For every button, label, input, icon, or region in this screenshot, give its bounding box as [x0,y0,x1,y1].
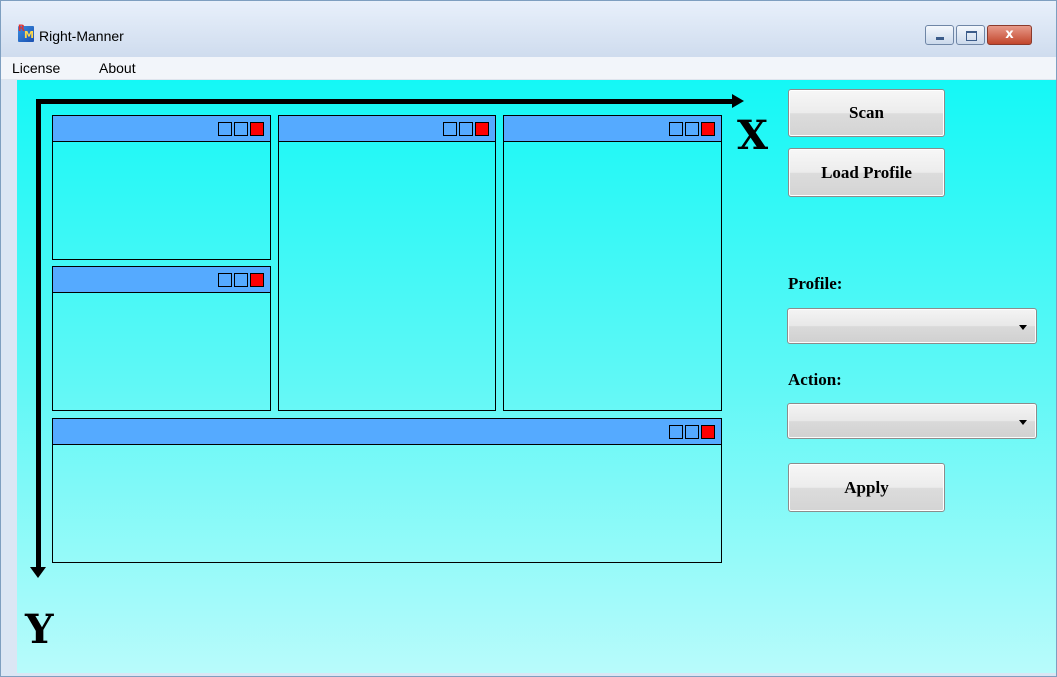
layout-window-bottom[interactable] [52,418,722,563]
minimize-icon [936,37,944,40]
menu-bar: License About [1,57,1056,80]
layout-window-center[interactable] [278,115,496,411]
x-axis-line [36,99,734,104]
layout-close-icon [701,122,715,136]
layout-maximize-icon [685,425,699,439]
y-axis-arrowhead [30,567,46,578]
maximize-button[interactable] [956,25,985,45]
chevron-down-icon [1019,420,1027,425]
layout-close-icon [701,425,715,439]
layout-window-titlebar [53,116,270,142]
layout-window-right[interactable] [503,115,722,411]
minimize-button[interactable] [925,25,954,45]
layout-close-icon [250,122,264,136]
layout-maximize-icon [685,122,699,136]
app-logo-icon: R M [18,24,34,42]
client-area: X Y Scan Load Profile Profile: Action: A… [17,80,1056,673]
layout-window-middle-left[interactable] [52,266,271,411]
app-window: R M Right-Manner x License About X Y Sca… [0,0,1057,677]
menu-about[interactable]: About [99,60,136,76]
layout-window-top-left[interactable] [52,115,271,260]
close-button[interactable]: x [987,25,1032,45]
layout-minimize-icon [669,122,683,136]
action-select[interactable] [787,403,1037,439]
y-axis-line [36,99,41,569]
close-icon: x [1005,27,1014,42]
y-axis-label: Y [25,606,54,653]
layout-minimize-icon [218,273,232,287]
layout-window-titlebar [504,116,721,142]
layout-maximize-icon [234,273,248,287]
chevron-down-icon [1019,325,1027,330]
x-axis-arrowhead [732,94,744,108]
maximize-icon [966,31,977,41]
layout-close-icon [475,122,489,136]
menu-license[interactable]: License [12,60,60,76]
layout-window-titlebar [53,267,270,293]
window-title: Right-Manner [39,28,124,44]
app-logo-letter-m: M [24,30,34,41]
layout-window-titlebar [279,116,495,142]
layout-minimize-icon [218,122,232,136]
title-bar[interactable]: R M Right-Manner x [1,1,1056,57]
apply-button[interactable]: Apply [788,463,945,512]
layout-minimize-icon [443,122,457,136]
layout-minimize-icon [669,425,683,439]
load-profile-button[interactable]: Load Profile [788,148,945,197]
action-label: Action: [788,370,842,389]
x-axis-label: X [737,112,769,159]
profile-select[interactable] [787,308,1037,344]
layout-window-titlebar [53,419,721,445]
layout-maximize-icon [459,122,473,136]
layout-maximize-icon [234,122,248,136]
scan-button[interactable]: Scan [788,89,945,137]
layout-close-icon [250,273,264,287]
profile-label: Profile: [788,274,843,293]
